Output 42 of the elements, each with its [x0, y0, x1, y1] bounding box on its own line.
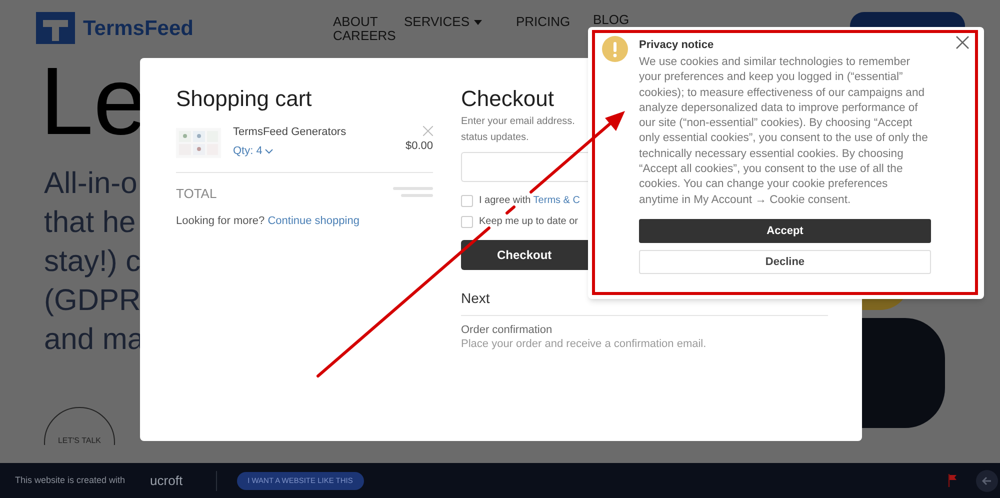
brand-text[interactable]: ucroft — [150, 470, 183, 490]
checkout-title: Checkout — [461, 86, 555, 112]
quantity-dropdown[interactable]: Qty: 4 — [233, 145, 346, 158]
nav-link[interactable]: ABOUT — [333, 15, 378, 29]
intro-text: status updates. — [461, 131, 530, 145]
accept-button[interactable]: Accept — [639, 218, 931, 243]
next-title: Next — [461, 290, 491, 307]
logo-text[interactable]: TermsFeed — [83, 18, 194, 38]
nav-link[interactable]: BLOG — [593, 13, 630, 27]
checkbox-label: Keep me up to date or — [479, 216, 578, 228]
flag-icon[interactable] — [948, 474, 957, 487]
checkbox-label: I agree with Terms & C — [479, 195, 580, 207]
continue-link[interactable]: Continue shopping — [268, 215, 360, 227]
caret-icon — [474, 20, 482, 24]
nav-link[interactable]: CAREERS — [333, 29, 396, 43]
step-text: Place your order and receive a confirmation email. — [461, 337, 708, 352]
decline-button[interactable]: Decline — [639, 250, 931, 274]
hero-text: All-in-o — [44, 166, 138, 202]
close-icon[interactable] — [956, 36, 969, 49]
terms-link[interactable]: Terms & C — [533, 195, 580, 206]
nav-link[interactable]: SERVICES — [404, 15, 482, 29]
nav-link[interactable]: PRICING — [516, 15, 570, 29]
hero-heading: Le — [40, 52, 147, 152]
chevron-icon — [265, 149, 274, 154]
step-title: Order confirmation — [461, 323, 554, 337]
footer-text: This website is created with — [15, 474, 126, 487]
popup-title: Privacy notice — [639, 38, 715, 52]
checkbox[interactable] — [461, 195, 473, 207]
item-price: $0.00 — [405, 140, 433, 153]
item-name: TermsFeed Generators — [233, 126, 346, 139]
hero-text: stay!) c — [44, 244, 141, 280]
hero-text: that he — [44, 205, 136, 241]
logo-icon — [36, 12, 75, 44]
warning-icon — [602, 36, 628, 62]
privacy-text: We use cookies and similar technologies to remember your preferences and keep you logged in (“essential” cookies); to measure effectiveness of our campaigns and analyze depersonalized data to improve performance of our site (“non-essential” cookies). By choosing “Accept only essential cookies”, you consent to the use of only the technically necessary essential cookies. By choosing “Accept all cookies”, you consent to the use of all the cookies. You can change your cookie preferences anytime in My Account → Cookie consent. — [639, 55, 929, 208]
intro-text: Enter your email address. — [461, 115, 576, 129]
checkout-button[interactable]: Checkout — [461, 240, 588, 270]
hero-text: (GDPR — [44, 283, 141, 319]
cart-title: Shopping cart — [176, 86, 313, 112]
total-label: TOTAL — [176, 186, 217, 201]
continue-text: Looking for more? Continue shopping — [176, 215, 360, 228]
checkbox[interactable] — [461, 216, 473, 228]
